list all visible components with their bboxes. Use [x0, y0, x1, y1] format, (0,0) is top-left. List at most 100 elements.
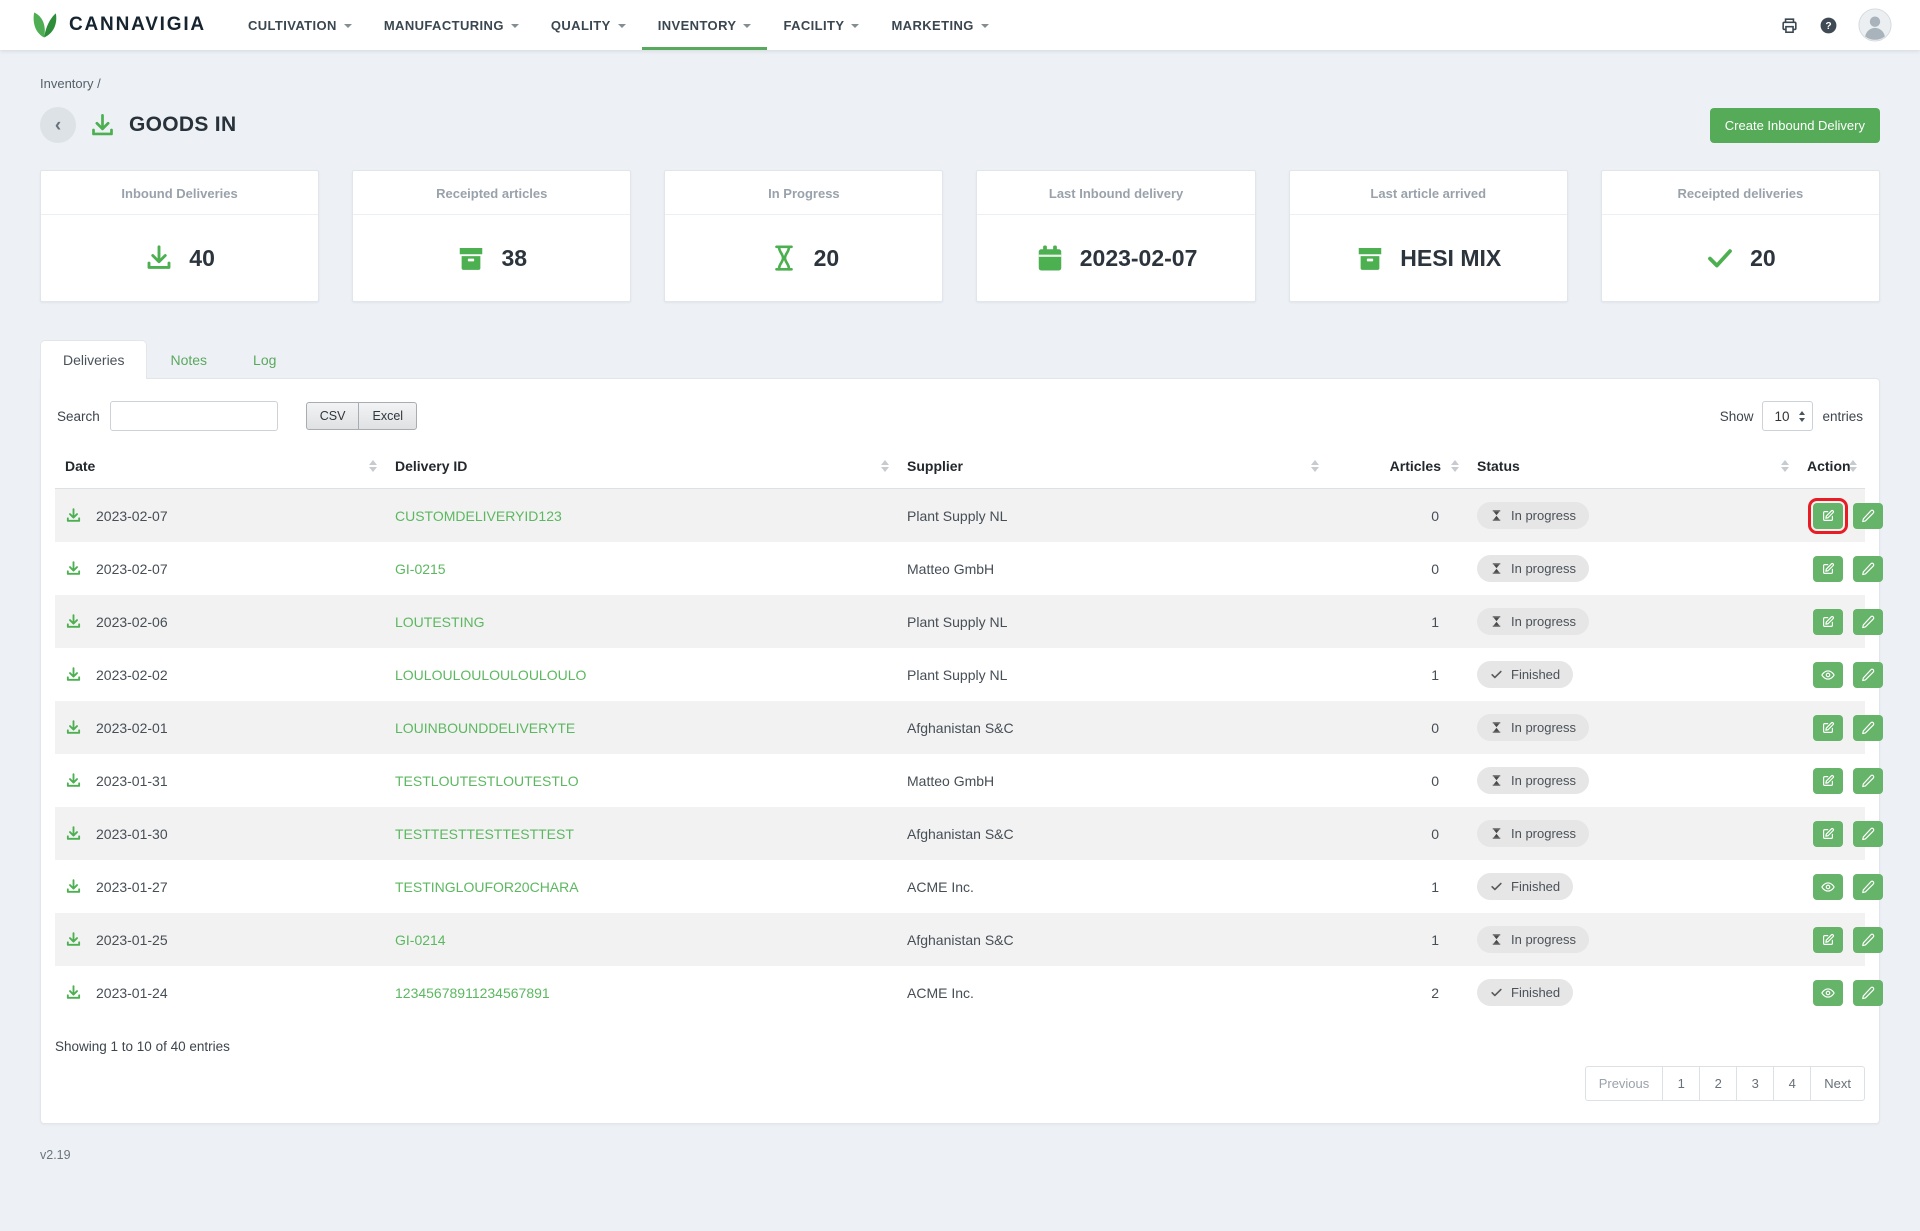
page-previous[interactable]: Previous: [1585, 1066, 1664, 1101]
page-2[interactable]: 2: [1699, 1066, 1737, 1101]
row-supplier: Plant Supply NL: [897, 489, 1327, 543]
pencil-button[interactable]: [1853, 821, 1883, 847]
row-articles: 1: [1327, 860, 1467, 913]
row-date: 2023-01-24: [96, 985, 168, 1001]
edit-button[interactable]: [1813, 503, 1843, 529]
row-supplier: Matteo GmbH: [897, 754, 1327, 807]
delivery-id-link[interactable]: TESTINGLOUFOR20CHARA: [395, 879, 579, 895]
pencil-button[interactable]: [1853, 715, 1883, 741]
hourglass-icon: [1490, 509, 1503, 522]
export-buttons: CSV Excel: [306, 402, 417, 430]
delivery-id-link[interactable]: TESTTESTTESTTESTTEST: [395, 826, 574, 842]
pencil-button[interactable]: [1853, 768, 1883, 794]
nav-item-quality[interactable]: QUALITY: [535, 0, 642, 50]
row-date: 2023-01-25: [96, 932, 168, 948]
tab-notes[interactable]: Notes: [147, 340, 230, 379]
delivery-id-link[interactable]: TESTLOUTESTLOUTESTLO: [395, 773, 579, 789]
edit-button[interactable]: [1813, 715, 1843, 741]
breadcrumb[interactable]: Inventory /: [40, 76, 1880, 91]
row-articles: 0: [1327, 701, 1467, 754]
stepper-arrows-icon[interactable]: [1799, 411, 1805, 422]
row-date: 2023-02-02: [96, 667, 168, 683]
page-3[interactable]: 3: [1736, 1066, 1774, 1101]
person-icon: [1858, 8, 1892, 42]
entries-stepper[interactable]: [1762, 401, 1813, 431]
download-icon: [65, 984, 82, 1001]
row-date: 2023-02-01: [96, 720, 168, 736]
delivery-id-link[interactable]: LOULOULOULOULOULOULO: [395, 667, 586, 683]
nav-item-facility[interactable]: FACILITY: [767, 0, 875, 50]
pencil-icon: [1861, 721, 1875, 735]
help-button[interactable]: ?: [1819, 16, 1838, 35]
pencil-button[interactable]: [1853, 927, 1883, 953]
box-icon: [1355, 243, 1385, 273]
pencil-button[interactable]: [1853, 609, 1883, 635]
tab-log[interactable]: Log: [230, 340, 299, 379]
chevron-down-icon: [851, 24, 859, 28]
row-articles: 0: [1327, 807, 1467, 860]
column-header-supplier[interactable]: Supplier: [897, 444, 1327, 489]
nav-item-manufacturing[interactable]: MANUFACTURING: [368, 0, 535, 50]
deliveries-panel: Search CSV Excel Show entries: [40, 378, 1880, 1124]
pencil-button[interactable]: [1853, 556, 1883, 582]
hourglass-icon: [1490, 615, 1503, 628]
edit-button[interactable]: [1813, 821, 1843, 847]
back-button[interactable]: ‹: [40, 107, 76, 143]
page-next[interactable]: Next: [1810, 1066, 1865, 1101]
download-icon: [65, 507, 82, 524]
column-header-delivery-id[interactable]: Delivery ID: [385, 444, 897, 489]
column-header-status[interactable]: Status: [1467, 444, 1797, 489]
nav-item-marketing[interactable]: MARKETING: [875, 0, 1004, 50]
delivery-id-link[interactable]: 12345678911234567891: [395, 985, 550, 1001]
stat-value: 20: [814, 245, 840, 272]
entries-input[interactable]: [1767, 409, 1799, 424]
delivery-id-link[interactable]: GI-0215: [395, 561, 446, 577]
excel-export-button[interactable]: Excel: [358, 402, 417, 430]
stat-label: Last Inbound delivery: [977, 171, 1254, 215]
search-input[interactable]: [110, 401, 278, 431]
column-header-articles[interactable]: Articles: [1327, 444, 1467, 489]
table-row: 2023-01-27 TESTINGLOUFOR20CHARA ACME Inc…: [55, 860, 1865, 913]
view-button[interactable]: [1813, 874, 1843, 900]
row-articles: 2: [1327, 966, 1467, 1019]
sort-icon: [1781, 460, 1789, 472]
csv-export-button[interactable]: CSV: [306, 402, 360, 430]
user-avatar[interactable]: [1858, 8, 1892, 42]
edit-button[interactable]: [1813, 927, 1843, 953]
tab-bar: Deliveries Notes Log: [40, 340, 1880, 378]
brand-name: CANNAVIGIA: [69, 14, 206, 36]
delivery-id-link[interactable]: GI-0214: [395, 932, 446, 948]
page-1[interactable]: 1: [1662, 1066, 1700, 1101]
chevron-down-icon: [344, 24, 352, 28]
status-badge: Finished: [1477, 873, 1573, 900]
delivery-id-link[interactable]: LOUINBOUNDDELIVERYTE: [395, 720, 575, 736]
column-header-action[interactable]: Action: [1797, 444, 1865, 489]
stat-label: Inbound Deliveries: [41, 171, 318, 215]
pencil-button[interactable]: [1853, 874, 1883, 900]
nav-item-cultivation[interactable]: CULTIVATION: [232, 0, 368, 50]
svg-text:?: ?: [1825, 21, 1831, 32]
edit-square-icon: [1821, 562, 1835, 576]
edit-button[interactable]: [1813, 609, 1843, 635]
pencil-icon: [1861, 774, 1875, 788]
sort-icon: [1451, 460, 1459, 472]
tab-deliveries[interactable]: Deliveries: [40, 340, 147, 379]
create-inbound-delivery-button[interactable]: Create Inbound Delivery: [1710, 108, 1880, 143]
pencil-button[interactable]: [1853, 980, 1883, 1006]
delivery-id-link[interactable]: CUSTOMDELIVERYID123: [395, 508, 562, 524]
brand-logo[interactable]: CANNAVIGIA: [30, 10, 206, 40]
delivery-id-link[interactable]: LOUTESTING: [395, 614, 484, 630]
pencil-button[interactable]: [1853, 503, 1883, 529]
column-header-date[interactable]: Date: [55, 444, 385, 489]
stat-card: Last article arrived: [1289, 170, 1568, 302]
pencil-button[interactable]: [1853, 662, 1883, 688]
nav-item-inventory[interactable]: INVENTORY: [642, 0, 768, 50]
edit-button[interactable]: [1813, 556, 1843, 582]
view-button[interactable]: [1813, 662, 1843, 688]
print-button[interactable]: [1780, 16, 1799, 35]
hourglass-icon: [1490, 933, 1503, 946]
edit-button[interactable]: [1813, 768, 1843, 794]
table-row: 2023-01-31 TESTLOUTESTLOUTESTLO Matteo G…: [55, 754, 1865, 807]
page-4[interactable]: 4: [1773, 1066, 1811, 1101]
view-button[interactable]: [1813, 980, 1843, 1006]
